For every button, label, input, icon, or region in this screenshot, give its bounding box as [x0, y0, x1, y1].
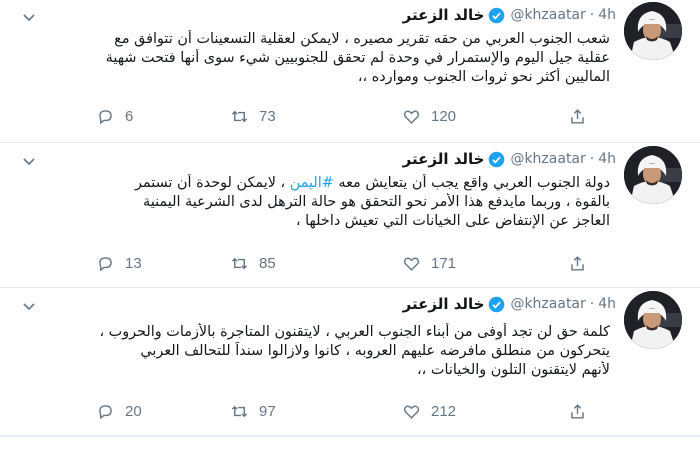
reply-icon: [99, 404, 112, 419]
share-button[interactable]: [568, 400, 587, 422]
timestamp[interactable]: 4h: [598, 151, 616, 167]
avatar-image: [624, 2, 682, 60]
retweet-count: 73: [259, 107, 276, 125]
avatar[interactable]: [624, 2, 682, 60]
reply-icon: [99, 109, 112, 124]
verified-badge-icon: [489, 7, 505, 23]
share-button[interactable]: [568, 105, 587, 127]
tweet[interactable]: خالد الزعتر @khzaatar · 4h شعب الجنوب ال…: [0, 0, 700, 143]
like-icon: [403, 109, 420, 124]
avatar[interactable]: [624, 291, 682, 349]
like-icon: [403, 256, 420, 271]
avatar-image: [624, 146, 682, 204]
retweet-icon: [231, 110, 248, 122]
author-handle[interactable]: @khzaatar: [510, 7, 585, 23]
like-icon: [403, 404, 420, 419]
tweet-text-segment: ، لايمكن لوحدة أن تستمر: [134, 175, 290, 191]
tweet-line: شعب الجنوب العربي من حقه تقرير مصيره ، ل…: [114, 31, 610, 47]
like-count: 171: [431, 254, 457, 272]
tweet-text: شعب الجنوب العربي من حقه تقرير مصيره ، ل…: [14, 30, 610, 87]
reply-icon: [99, 256, 112, 271]
tweet[interactable]: خالد الزعتر @khzaatar · 4h كلمة حق لن تج…: [0, 289, 700, 436]
reply-button[interactable]: 13: [96, 252, 142, 274]
separator-dot: ·: [589, 7, 595, 23]
share-icon: [571, 255, 584, 271]
tweet-line: كلمة حق لن تجد أوفى من أبناء الجنوب العر…: [99, 324, 610, 340]
reply-button[interactable]: 6: [96, 105, 133, 127]
hashtag-link[interactable]: #اليمن: [290, 175, 334, 191]
avatar-image: [624, 291, 682, 349]
reply-count: 20: [125, 402, 142, 420]
avatar[interactable]: [624, 146, 682, 204]
retweet-count: 85: [259, 254, 276, 272]
like-count: 212: [431, 402, 457, 420]
tweet-line: دولة الجنوب العربي واقع يجب أن يتعايش مع…: [14, 174, 610, 193]
like-button[interactable]: 212: [402, 400, 456, 422]
tweet-line: الماليين أكثر نحو ثروات الجنوب وموارده ،…: [357, 69, 610, 85]
tweet-header: خالد الزعتر @khzaatar · 4h: [403, 292, 616, 316]
reply-button[interactable]: 20: [96, 400, 142, 422]
like-count: 120: [431, 107, 457, 125]
tweet-line: يتحركون من منطلق مافرضه عليهم العروبه ، …: [140, 343, 610, 359]
reply-count: 6: [125, 107, 134, 125]
tweet-line: عقلية جيل اليوم والإستمرار في وحدة لم تح…: [105, 50, 610, 66]
retweet-icon: [231, 405, 248, 417]
tweet-line: لأنهم لايتقنون التلون والخيانات ،،: [417, 362, 610, 378]
tweet-text-segment: دولة الجنوب العربي واقع يجب أن يتعايش مع…: [333, 175, 610, 191]
share-icon: [571, 108, 584, 124]
chevron-down-icon[interactable]: [22, 299, 36, 313]
tweet-actions: 6 73 120: [96, 105, 616, 127]
retweet-button[interactable]: 97: [230, 400, 276, 422]
retweet-icon: [231, 257, 248, 269]
like-button[interactable]: 171: [402, 252, 456, 274]
share-icon: [571, 403, 584, 419]
tweet-header: خالد الزعتر @khzaatar · 4h: [403, 3, 616, 27]
chevron-down-icon[interactable]: [22, 10, 36, 24]
reply-count: 13: [125, 254, 142, 272]
timestamp[interactable]: 4h: [598, 296, 616, 312]
retweet-button[interactable]: 85: [230, 252, 276, 274]
author-name[interactable]: خالد الزعتر: [403, 295, 485, 313]
retweet-button[interactable]: 73: [230, 105, 276, 127]
separator-dot: ·: [589, 296, 595, 312]
tweet-actions: 20 97 212: [96, 400, 616, 422]
like-button[interactable]: 120: [402, 105, 456, 127]
author-name[interactable]: خالد الزعتر: [403, 6, 485, 24]
tweet[interactable]: خالد الزعتر @khzaatar · 4h دولة الجنوب ا…: [0, 144, 700, 288]
tweet-line: بالقوة ، وربما مايدفع هذا الأمر نحو التح…: [143, 194, 610, 210]
author-name[interactable]: خالد الزعتر: [403, 150, 485, 168]
timestamp[interactable]: 4h: [598, 7, 616, 23]
tweet-text: دولة الجنوب العربي واقع يجب أن يتعايش مع…: [14, 174, 610, 231]
verified-badge-icon: [489, 296, 505, 312]
author-handle[interactable]: @khzaatar: [510, 151, 585, 167]
tweet-actions: 13 85 171: [96, 252, 616, 274]
tweet-header: خالد الزعتر @khzaatar · 4h: [403, 147, 616, 171]
chevron-down-icon[interactable]: [22, 154, 36, 168]
tweet-line: العاجز عن الإنتفاض على الخيانات التي تعي…: [295, 213, 610, 229]
next-tweet-edge: [0, 436, 700, 449]
separator-dot: ·: [589, 151, 595, 167]
share-button[interactable]: [568, 252, 587, 274]
author-handle[interactable]: @khzaatar: [510, 296, 585, 312]
verified-badge-icon: [489, 151, 505, 167]
tweet-text: كلمة حق لن تجد أوفى من أبناء الجنوب العر…: [14, 323, 610, 380]
retweet-count: 97: [259, 402, 276, 420]
